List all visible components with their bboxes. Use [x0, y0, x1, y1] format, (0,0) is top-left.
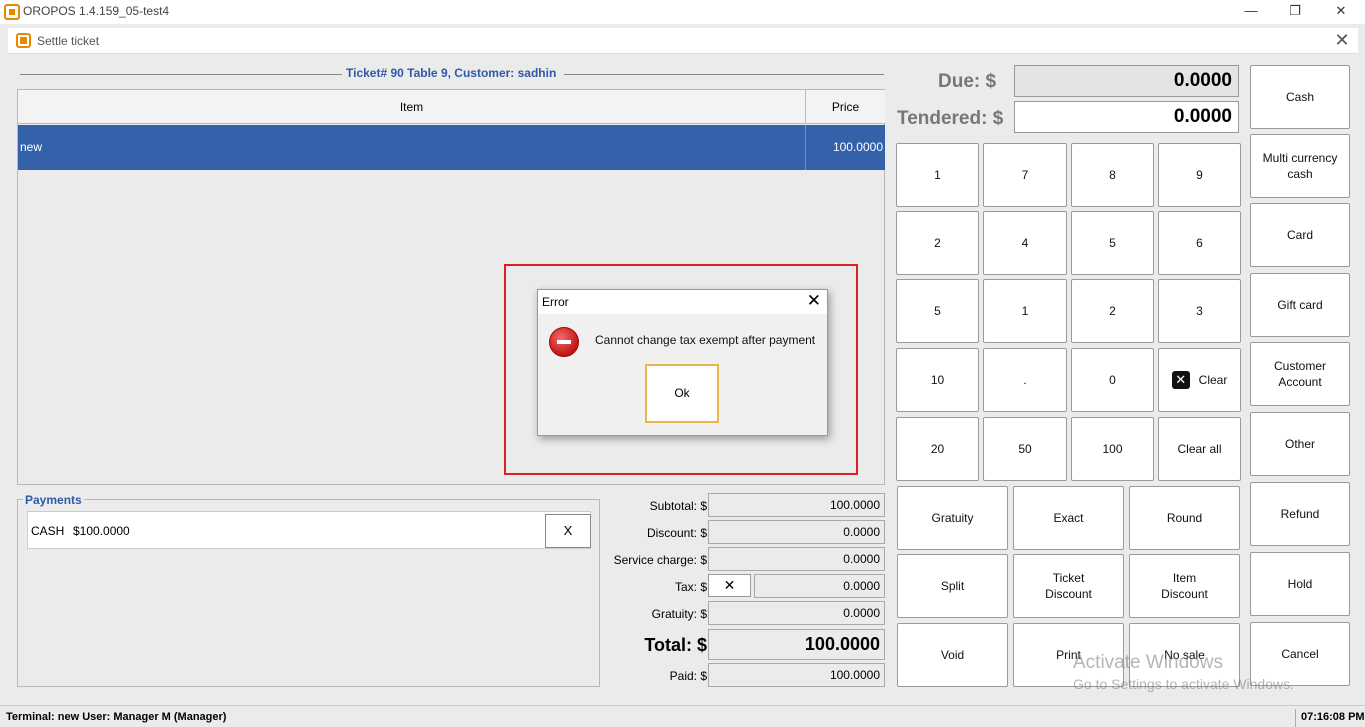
hold-button[interactable]: Hold: [1250, 552, 1350, 616]
clear-button[interactable]: ✕ Clear: [1158, 348, 1241, 412]
payment-amount: $100.0000: [73, 524, 130, 538]
digit-8-button[interactable]: 8: [1071, 143, 1154, 207]
item-discount-button[interactable]: Item Discount: [1129, 554, 1240, 618]
heading-divider: [20, 74, 342, 75]
multi-currency-cash-button[interactable]: Multi currency cash: [1250, 134, 1350, 198]
table-row[interactable]: new 100.0000: [18, 125, 885, 170]
window-title-bar: OROPOS 1.4.159_05-test4 — ❐ ✕: [0, 0, 1365, 24]
payments-label: Payments: [23, 493, 84, 507]
clear-x-icon: ✕: [1171, 371, 1190, 389]
refund-button[interactable]: Refund: [1250, 482, 1350, 546]
column-header-item[interactable]: Item: [18, 90, 806, 124]
decimal-point-button[interactable]: .: [983, 348, 1067, 412]
discount-field: 0.0000: [708, 520, 885, 544]
window-title: OROPOS 1.4.159_05-test4: [23, 4, 170, 18]
error-message: Cannot change tax exempt after payment: [595, 333, 816, 347]
quick-amount-20-button[interactable]: 20: [896, 417, 979, 481]
status-bar: Terminal: new User: Manager M (Manager) …: [0, 705, 1365, 727]
void-button[interactable]: Void: [897, 623, 1008, 687]
quick-amount-50-button[interactable]: 50: [983, 417, 1067, 481]
error-close-button[interactable]: ✕: [807, 291, 821, 311]
split-button[interactable]: Split: [897, 554, 1008, 618]
settle-ticket-content: Ticket# 90 Table 9, Customer: sadhin Ite…: [8, 55, 1358, 695]
window-close-button[interactable]: ✕: [1321, 1, 1361, 21]
activate-windows-hint: Go to Settings to activate Windows.: [1073, 676, 1294, 692]
gratuity-field: 0.0000: [708, 601, 885, 625]
cash-button[interactable]: Cash: [1250, 65, 1350, 129]
column-header-price[interactable]: Price: [806, 90, 885, 124]
gift-card-button[interactable]: Gift card: [1250, 273, 1350, 337]
card-button[interactable]: Card: [1250, 203, 1350, 267]
digit-4-button[interactable]: 4: [983, 211, 1067, 275]
discount-label: Discount: $: [646, 526, 707, 540]
tax-field: 0.0000: [754, 574, 885, 598]
ticket-discount-button[interactable]: Ticket Discount: [1013, 554, 1124, 618]
subtotal-field: 100.0000: [708, 493, 885, 517]
digit-5-button[interactable]: 5: [1071, 211, 1154, 275]
due-amount-field: 0.0000: [1014, 65, 1239, 97]
quick-amount-1-button[interactable]: 1: [896, 143, 979, 207]
digit-0-button[interactable]: 0: [1071, 348, 1154, 412]
quick-amount-10-button[interactable]: 10: [896, 348, 979, 412]
error-title-bar: Error ✕: [538, 290, 827, 314]
ok-button[interactable]: Ok: [645, 364, 719, 423]
paid-label: Paid: $: [669, 669, 707, 683]
service-charge-label: Service charge: $: [613, 553, 707, 567]
error-title: Error: [542, 295, 569, 309]
total-field: 100.0000: [708, 629, 885, 660]
clear-all-button[interactable]: Clear all: [1158, 417, 1241, 481]
app-logo-icon: [4, 4, 20, 20]
digit-7-button[interactable]: 7: [983, 143, 1067, 207]
row-item-price: 100.0000: [832, 140, 883, 154]
gratuity-button[interactable]: Gratuity: [897, 486, 1008, 550]
row-item-name: new: [20, 140, 43, 154]
dialog-logo-icon: [16, 33, 31, 48]
exact-button[interactable]: Exact: [1013, 486, 1124, 550]
gratuity-label: Gratuity: $: [651, 607, 707, 621]
activate-windows-watermark: Activate Windows: [1073, 652, 1223, 673]
subtotal-label: Subtotal: $: [649, 499, 707, 513]
tendered-label: Tendered: $: [897, 108, 1004, 129]
due-label: Due: $: [938, 71, 997, 92]
customer-account-button[interactable]: Customer Account: [1250, 342, 1350, 406]
quick-amount-100-button[interactable]: 100: [1071, 417, 1154, 481]
dialog-close-button[interactable]: ✕: [1332, 30, 1352, 51]
digit-2-button[interactable]: 2: [1071, 279, 1154, 343]
digit-9-button[interactable]: 9: [1158, 143, 1241, 207]
ticket-heading: Ticket# 90 Table 9, Customer: sadhin: [346, 66, 557, 80]
other-button[interactable]: Other: [1250, 412, 1350, 476]
terminal-user-status: Terminal: new User: Manager M (Manager): [6, 711, 227, 723]
digit-1-button[interactable]: 1: [983, 279, 1067, 343]
payment-type: CASH: [31, 524, 65, 538]
quick-amount-5-button[interactable]: 5: [896, 279, 979, 343]
heading-divider: [564, 74, 884, 75]
clear-label: Clear: [1198, 373, 1228, 387]
tendered-amount-field[interactable]: 0.0000: [1014, 101, 1239, 133]
service-charge-field: 0.0000: [708, 547, 885, 571]
settle-ticket-title-bar: Settle ticket ✕: [8, 28, 1358, 54]
clock: 07:16:08 PM: [1295, 709, 1365, 727]
error-dialog: Error ✕ Cannot change tax exempt after p…: [537, 289, 828, 436]
quick-amount-2-button[interactable]: 2: [896, 211, 979, 275]
tax-label: Tax: $: [674, 580, 707, 594]
restore-button[interactable]: ❐: [1275, 1, 1315, 21]
paid-field: 100.0000: [708, 663, 885, 687]
total-label: Total: $: [644, 635, 707, 655]
round-button[interactable]: Round: [1129, 486, 1240, 550]
tax-exempt-button[interactable]: ✕: [708, 574, 751, 597]
payments-panel: Payments CASH $100.0000 X: [17, 493, 600, 687]
payment-row[interactable]: CASH $100.0000 X: [27, 511, 591, 549]
digit-3-button[interactable]: 3: [1158, 279, 1241, 343]
dialog-title: Settle ticket: [37, 34, 100, 48]
digit-6-button[interactable]: 6: [1158, 211, 1241, 275]
minimize-button[interactable]: —: [1231, 1, 1271, 21]
error-icon: [549, 327, 579, 357]
cell-divider: [805, 125, 806, 170]
